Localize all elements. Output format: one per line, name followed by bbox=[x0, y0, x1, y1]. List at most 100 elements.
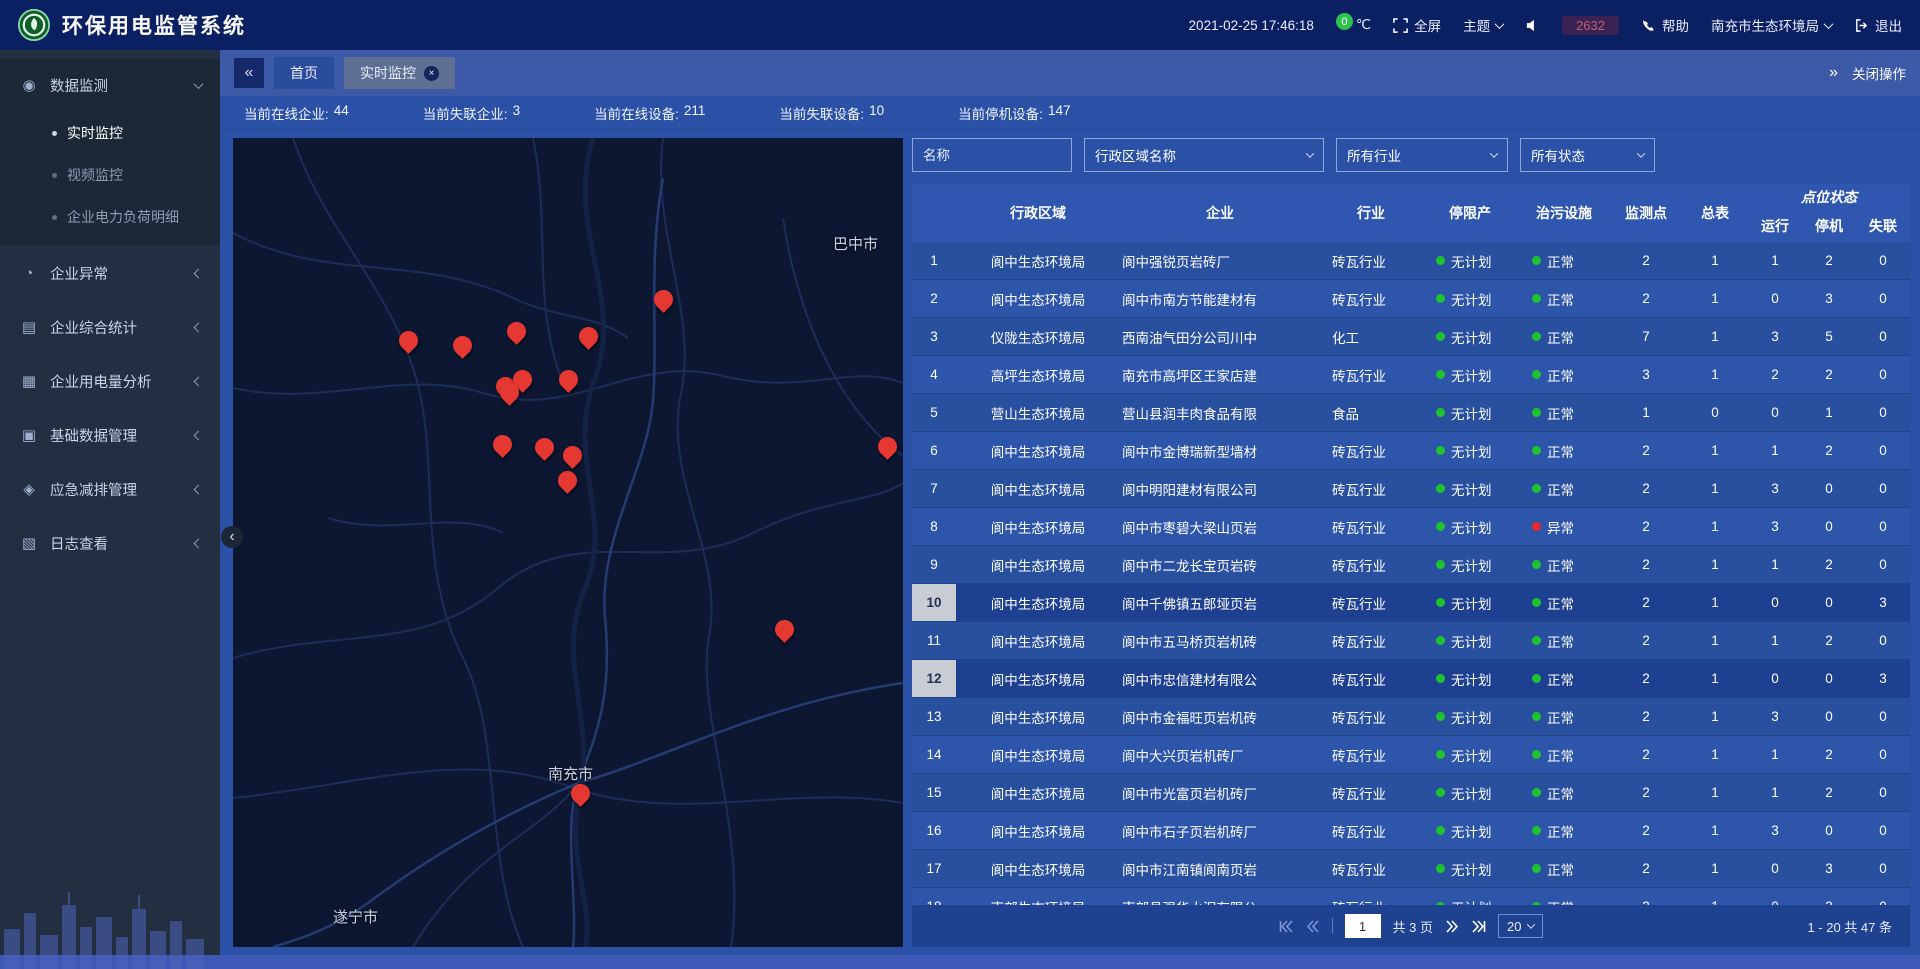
table-row[interactable]: 16阆中生态环境局阆中市石子页岩机砖厂砖瓦行业无计划正常21300 bbox=[912, 812, 1910, 850]
sidebar-group-header[interactable]: ◉ 数据监测 bbox=[0, 58, 220, 112]
status-dot bbox=[1532, 674, 1541, 683]
org-dropdown[interactable]: 南充市生态环境局 bbox=[1711, 15, 1832, 35]
last-page-icon bbox=[1471, 920, 1486, 933]
cell-run: 1 bbox=[1748, 242, 1802, 279]
industry-filter-select[interactable]: 所有行业 bbox=[1336, 138, 1508, 172]
fullscreen-button[interactable]: 全屏 bbox=[1393, 15, 1441, 35]
status-dot bbox=[1436, 560, 1445, 569]
status-dot bbox=[1532, 560, 1541, 569]
table-row[interactable]: 5营山生态环境局营山县润丰肉食品有限食品无计划正常10010 bbox=[912, 394, 1910, 432]
table-row[interactable]: 7阆中生态环境局阆中明阳建材有限公司砖瓦行业无计划正常21300 bbox=[912, 470, 1910, 508]
table-row[interactable]: 2阆中生态环境局阆中市南方节能建材有砖瓦行业无计划正常21030 bbox=[912, 280, 1910, 318]
sidebar-item-power-load-detail[interactable]: 企业电力负荷明细 bbox=[0, 196, 220, 238]
status-dot bbox=[1436, 788, 1445, 797]
chevron-down-icon bbox=[1527, 920, 1535, 928]
col-region: 行政区域 bbox=[956, 184, 1120, 242]
notification-badge[interactable]: 2632 bbox=[1562, 16, 1619, 35]
cell-monitor: 2 bbox=[1610, 280, 1682, 317]
prev-page-button[interactable] bbox=[1306, 920, 1320, 933]
tab-home[interactable]: 首页 bbox=[274, 57, 334, 89]
announcement-button[interactable] bbox=[1525, 18, 1540, 33]
cell-limit: 无计划 bbox=[1422, 660, 1518, 697]
cell-lost: 0 bbox=[1856, 242, 1910, 279]
cell-stop: 0 bbox=[1802, 812, 1856, 849]
table-row[interactable]: 3仪陇生态环境局西南油气田分公司川中化工无计划正常71350 bbox=[912, 318, 1910, 356]
cell-run: 3 bbox=[1748, 470, 1802, 507]
cell-stop: 5 bbox=[1802, 318, 1856, 355]
cell-region: 阆中生态环境局 bbox=[956, 546, 1120, 583]
cell-lost: 0 bbox=[1856, 394, 1910, 431]
top-header: 环保用电监管系统 2021-02-25 17:46:18 0 ℃ 全屏 主题 2… bbox=[0, 0, 1920, 50]
cell-region: 阆中生态环境局 bbox=[956, 812, 1120, 849]
help-button[interactable]: 帮助 bbox=[1641, 15, 1689, 35]
cell-company: 阆中市南方节能建材有 bbox=[1120, 280, 1320, 317]
cell-company: 营山县润丰肉食品有限 bbox=[1120, 394, 1320, 431]
cell-industry: 砖瓦行业 bbox=[1320, 546, 1422, 583]
table-body: 1阆中生态环境局阆中强锐页岩砖厂砖瓦行业无计划正常211202阆中生态环境局阆中… bbox=[912, 242, 1910, 905]
row-index: 12 bbox=[912, 660, 956, 697]
cell-region: 仪陇生态环境局 bbox=[956, 318, 1120, 355]
close-operations-button[interactable]: 关闭操作 bbox=[1852, 63, 1906, 83]
cell-stop: 3 bbox=[1802, 280, 1856, 317]
table-row[interactable]: 13阆中生态环境局阆中市金福旺页岩机砖砖瓦行业无计划正常21300 bbox=[912, 698, 1910, 736]
table-row[interactable]: 8阆中生态环境局阆中市枣碧大梁山页岩砖瓦行业无计划异常21300 bbox=[912, 508, 1910, 546]
cell-facility: 正常 bbox=[1518, 774, 1610, 811]
table-row[interactable]: 4高坪生态环境局南充市高坪区王家店建砖瓦行业无计划正常31220 bbox=[912, 356, 1910, 394]
table-row[interactable]: 15阆中生态环境局阆中市光富页岩机砖厂砖瓦行业无计划正常21120 bbox=[912, 774, 1910, 812]
col-company: 企业 bbox=[1120, 184, 1320, 242]
cell-lost: 0 bbox=[1856, 888, 1910, 905]
first-page-button[interactable] bbox=[1279, 920, 1294, 933]
page-number-input[interactable] bbox=[1345, 914, 1381, 938]
cell-industry: 食品 bbox=[1320, 394, 1422, 431]
table-row[interactable]: 6阆中生态环境局阆中市金博瑞新型墙材砖瓦行业无计划正常21120 bbox=[912, 432, 1910, 470]
table-row[interactable]: 1阆中生态环境局阆中强锐页岩砖厂砖瓦行业无计划正常21120 bbox=[912, 242, 1910, 280]
page-size-select[interactable]: 20 bbox=[1498, 914, 1543, 938]
table-row[interactable]: 12阆中生态环境局阆中市忠信建材有限公砖瓦行业无计划正常21003 bbox=[912, 660, 1910, 698]
logout-button[interactable]: 退出 bbox=[1854, 15, 1902, 35]
cell-lost: 0 bbox=[1856, 850, 1910, 887]
next-page-button[interactable] bbox=[1445, 920, 1459, 933]
close-icon[interactable]: × bbox=[424, 66, 439, 81]
cell-region: 阆中生态环境局 bbox=[956, 280, 1120, 317]
status-dot bbox=[1532, 826, 1541, 835]
theme-dropdown[interactable]: 主题 bbox=[1463, 15, 1503, 35]
map-roads bbox=[233, 138, 903, 947]
cell-monitor: 2 bbox=[1610, 698, 1682, 735]
tab-realtime-monitor[interactable]: 实时监控 × bbox=[344, 57, 455, 89]
cell-meter: 1 bbox=[1682, 432, 1748, 469]
cell-company: 阆中市金博瑞新型墙材 bbox=[1120, 432, 1320, 469]
table-header: 行政区域 企业 行业 停限产 治污设施 监测点 总表 点位状态 运行 停机 bbox=[912, 184, 1910, 242]
table-row[interactable]: 14阆中生态环境局阆中大兴页岩机砖厂砖瓦行业无计划正常21120 bbox=[912, 736, 1910, 774]
cell-run: 3 bbox=[1748, 812, 1802, 849]
last-page-button[interactable] bbox=[1471, 920, 1486, 933]
col-industry: 行业 bbox=[1320, 184, 1422, 242]
cell-meter: 1 bbox=[1682, 584, 1748, 621]
sidebar-item-realtime-monitor[interactable]: 实时监控 bbox=[0, 112, 220, 154]
cell-region: 阆中生态环境局 bbox=[956, 432, 1120, 469]
row-index: 8 bbox=[912, 508, 956, 545]
region-filter-select[interactable]: 行政区域名称 bbox=[1084, 138, 1324, 172]
tabs-scroll-left-button[interactable]: « bbox=[234, 58, 264, 88]
map-collapse-button[interactable]: ‹ bbox=[221, 526, 243, 548]
table-row[interactable]: 18南部生态环境局南部县强华水泥有限公砖瓦行业无计划正常21030 bbox=[912, 888, 1910, 905]
cell-industry: 砖瓦行业 bbox=[1320, 622, 1422, 659]
table-row[interactable]: 10阆中生态环境局阆中千佛镇五郎垭页岩砖瓦行业无计划正常21003 bbox=[912, 584, 1910, 622]
cell-industry: 砖瓦行业 bbox=[1320, 584, 1422, 621]
cell-lost: 0 bbox=[1856, 280, 1910, 317]
sidebar-item-video-monitor[interactable]: 视频监控 bbox=[0, 154, 220, 196]
status-filter-select[interactable]: 所有状态 bbox=[1520, 138, 1655, 172]
col-facility: 治污设施 bbox=[1518, 184, 1610, 242]
table-row[interactable]: 11阆中生态环境局阆中市五马桥页岩机砖砖瓦行业无计划正常21120 bbox=[912, 622, 1910, 660]
table-row[interactable]: 9阆中生态环境局阆中市二龙长宝页岩砖砖瓦行业无计划正常21120 bbox=[912, 546, 1910, 584]
name-filter-input[interactable] bbox=[912, 138, 1072, 172]
tabs-scroll-right-button[interactable]: » bbox=[1829, 64, 1838, 82]
map[interactable]: 巴中市南充市遂宁市 bbox=[233, 138, 903, 947]
row-index: 13 bbox=[912, 698, 956, 735]
table-row[interactable]: 17阆中生态环境局阆中市江南镇阆南页岩砖瓦行业无计划正常21030 bbox=[912, 850, 1910, 888]
chevron-left-icon bbox=[194, 376, 204, 386]
cell-meter: 1 bbox=[1682, 660, 1748, 697]
status-dot bbox=[1532, 788, 1541, 797]
cell-meter: 1 bbox=[1682, 812, 1748, 849]
status-dot bbox=[1532, 370, 1541, 379]
sidebar-group-label: 数据监测 bbox=[50, 75, 108, 96]
